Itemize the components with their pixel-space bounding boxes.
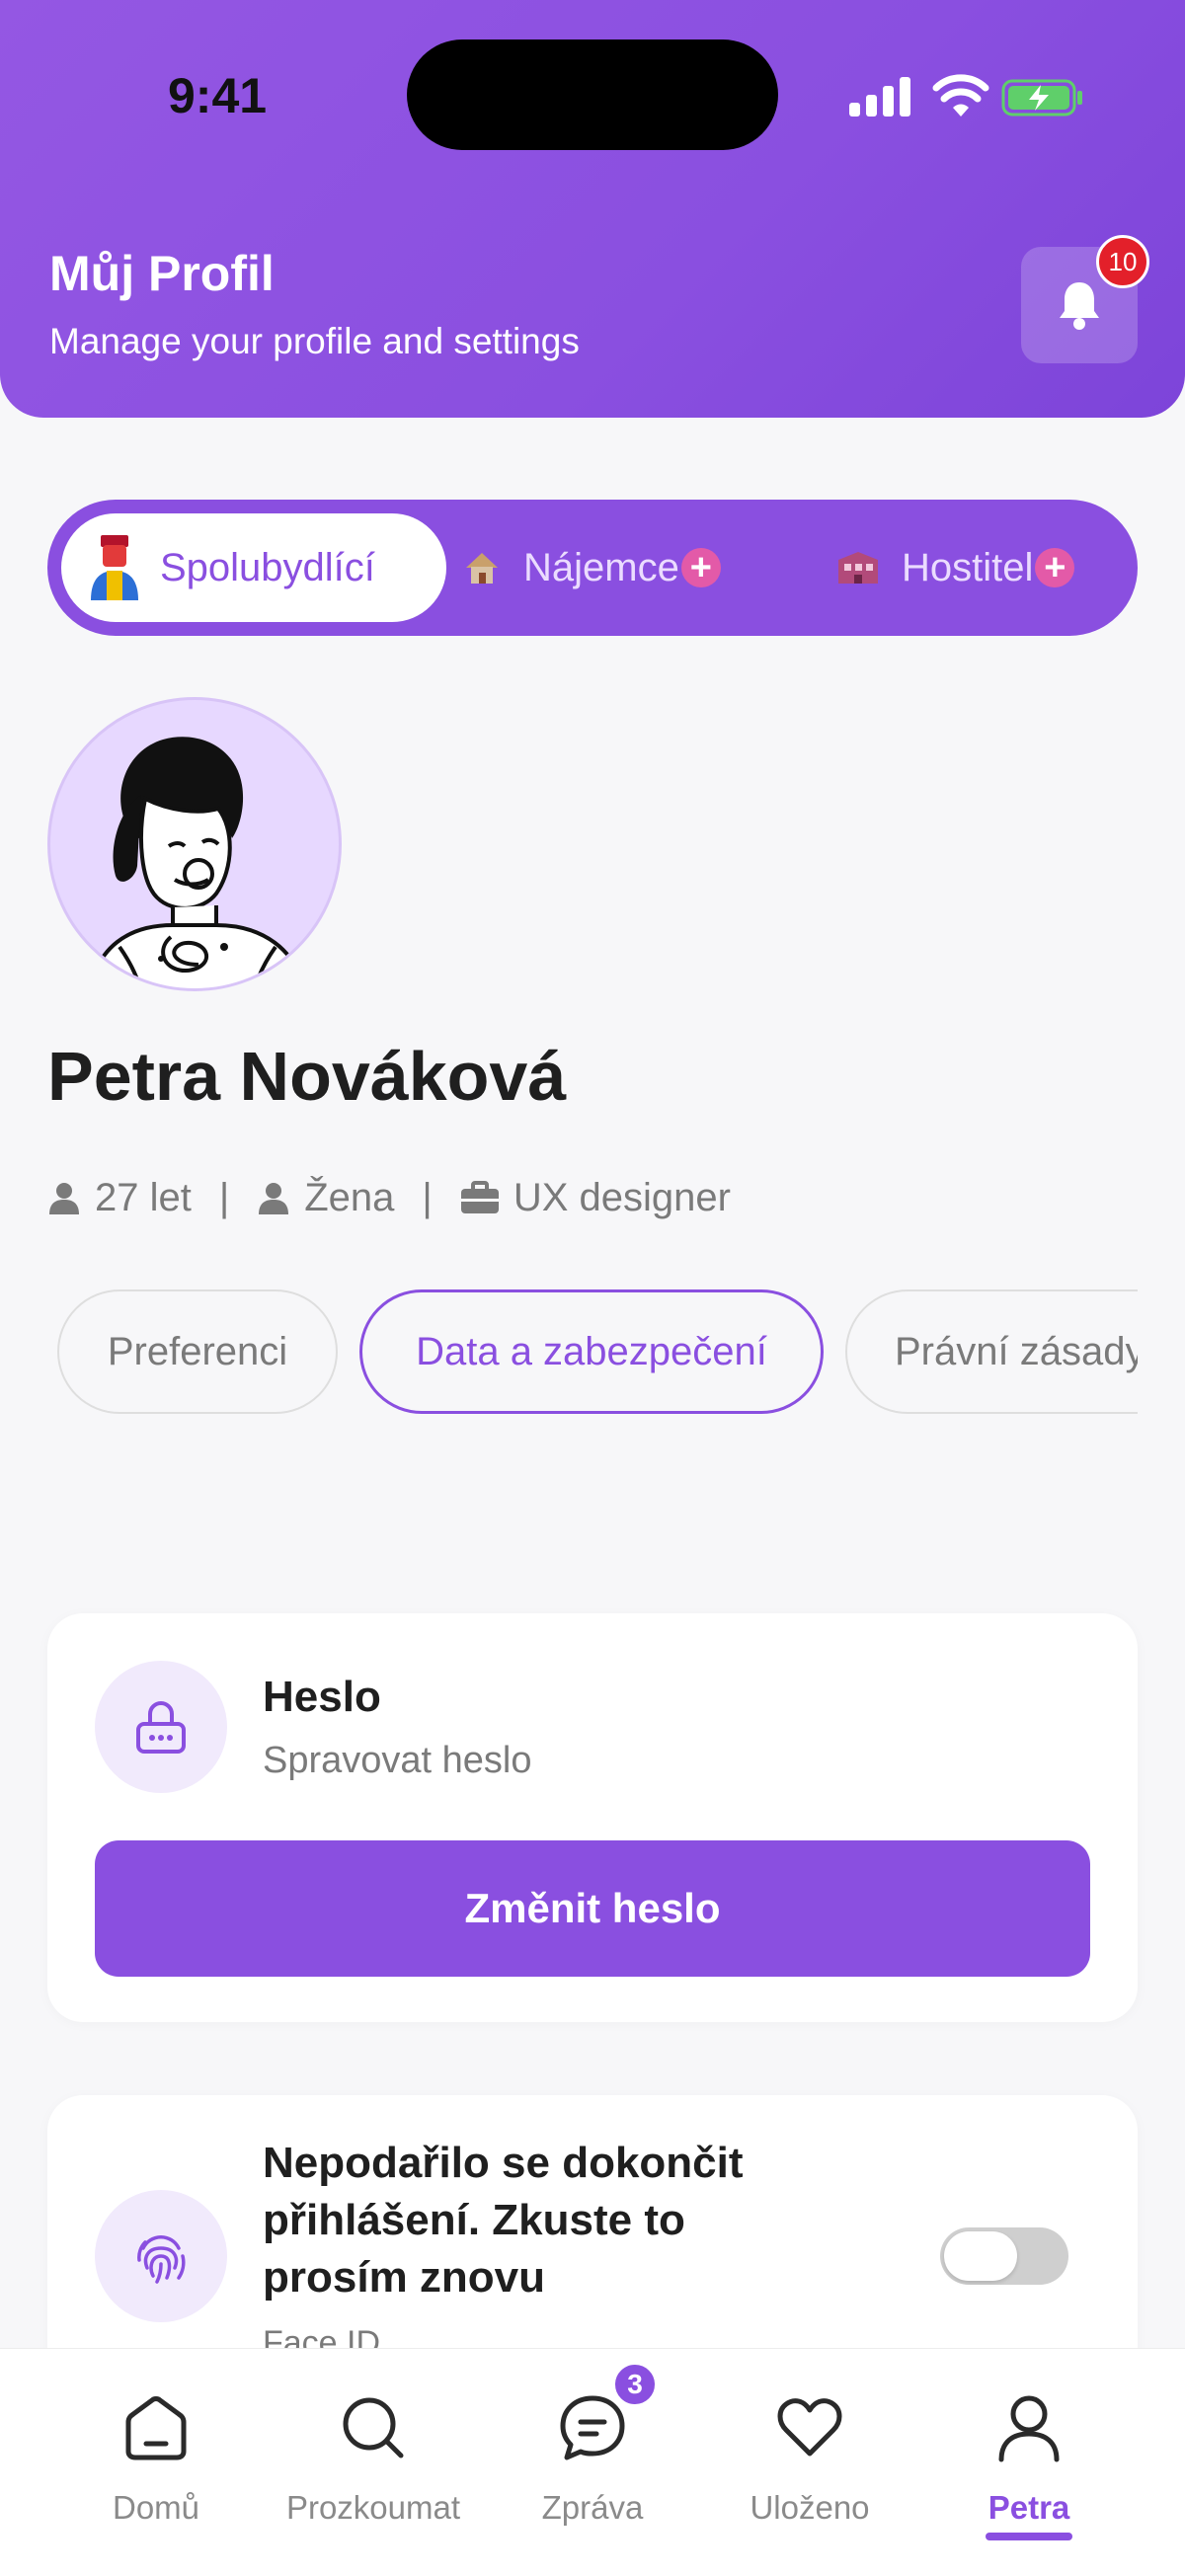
change-password-button[interactable]: Změnit heslo — [95, 1840, 1090, 1977]
nav-label: Petra — [988, 2489, 1070, 2526]
lock-icon — [136, 1701, 186, 1754]
tab-preferenci[interactable]: Preferenci — [57, 1289, 338, 1414]
bell-icon — [1060, 282, 1099, 330]
status-bar-icons — [849, 73, 1086, 122]
nav-label: Uloženo — [750, 2489, 870, 2526]
role-tab-spolubydlici[interactable]: Spolubydlící — [61, 513, 446, 622]
dynamic-island — [407, 39, 778, 150]
building-icon — [834, 546, 884, 589]
add-role-icon[interactable]: + — [1035, 548, 1075, 587]
tab-pravni-zasady[interactable]: Právní zásady — [845, 1289, 1138, 1414]
faceid-title: Nepodařilo se dokončit přihlášení. Zkust… — [263, 2139, 744, 2302]
profile-tabs: Preferenci Data a zabezpečení Právní zás… — [57, 1289, 1138, 1414]
page-subtitle: Manage your profile and settings — [49, 321, 580, 361]
avatar-illustration — [89, 737, 306, 988]
profile-job: UX designer — [513, 1175, 731, 1219]
page-title: Můj Profil — [49, 246, 275, 301]
password-card: Heslo Spravovat heslo Změnit heslo — [47, 1613, 1138, 2022]
avatar[interactable] — [47, 697, 342, 991]
role-switcher: Spolubydlící Nájemce + Hostitel + — [47, 500, 1138, 636]
briefcase-icon — [460, 1181, 499, 1213]
profile-header: 9:41 Můj Profil Manage your profile and … — [0, 0, 1185, 418]
toggle-knob — [944, 2231, 1017, 2281]
notification-count-badge: 10 — [1096, 235, 1149, 288]
faceid-toggle[interactable] — [940, 2227, 1068, 2285]
tab-label: Právní zásady — [895, 1329, 1138, 1373]
meta-separator: | — [422, 1175, 433, 1219]
roommate-person-icon — [87, 535, 142, 600]
status-bar-time: 9:41 — [168, 68, 268, 123]
role-label: Spolubydlící — [160, 545, 375, 589]
meta-separator: | — [218, 1175, 230, 1219]
house-icon — [462, 546, 506, 589]
user-icon — [998, 2395, 1060, 2462]
home-icon — [125, 2396, 187, 2460]
search-icon — [343, 2397, 404, 2459]
profile-name: Petra Nováková — [47, 1038, 567, 1115]
bottom-navigation: Domů Prozkoumat Zpráva Uloženo Petra — [0, 2348, 1185, 2576]
nav-saved[interactable]: Uloženo — [701, 2388, 918, 2546]
tab-label: Preferenci — [107, 1329, 288, 1373]
cellular-signal-icon — [849, 77, 910, 117]
tab-label: Data a zabezpečení — [416, 1329, 767, 1373]
wifi-icon — [932, 74, 989, 117]
password-icon-circle — [95, 1661, 227, 1793]
heart-icon — [777, 2398, 842, 2457]
role-tab-hostitel[interactable]: Hostitel + — [834, 513, 1075, 622]
profile-meta: 27 let | Žena | UX designer — [47, 1173, 731, 1222]
faceid-icon-circle — [95, 2190, 227, 2322]
password-subtitle: Spravovat heslo — [263, 1740, 532, 1781]
role-label: Nájemce — [523, 545, 679, 589]
profile-age: 27 let — [95, 1175, 192, 1219]
role-label: Hostitel — [902, 545, 1034, 589]
nav-label: Prozkoumat — [285, 2489, 461, 2526]
nav-profile[interactable]: Petra — [920, 2388, 1138, 2546]
nav-label: Zpráva — [541, 2489, 644, 2526]
password-title: Heslo — [263, 1673, 381, 1721]
person-icon — [259, 1183, 289, 1214]
role-tab-najemce[interactable]: Nájemce + — [462, 513, 721, 622]
messages-count-badge: 3 — [612, 2362, 658, 2407]
nav-messages[interactable]: Zpráva — [484, 2388, 701, 2546]
tab-data-a-zabezpeceni[interactable]: Data a zabezpečení — [359, 1289, 824, 1414]
battery-charging-icon — [1001, 79, 1082, 117]
profile-gender: Žena — [304, 1175, 395, 1219]
person-icon — [49, 1183, 79, 1214]
active-nav-indicator — [986, 2533, 1072, 2540]
add-role-icon[interactable]: + — [680, 548, 721, 587]
fingerprint-icon — [137, 2235, 186, 2284]
nav-label: Domů — [112, 2489, 200, 2526]
nav-explore[interactable]: Prozkoumat — [265, 2388, 482, 2546]
nav-home[interactable]: Domů — [47, 2388, 265, 2546]
